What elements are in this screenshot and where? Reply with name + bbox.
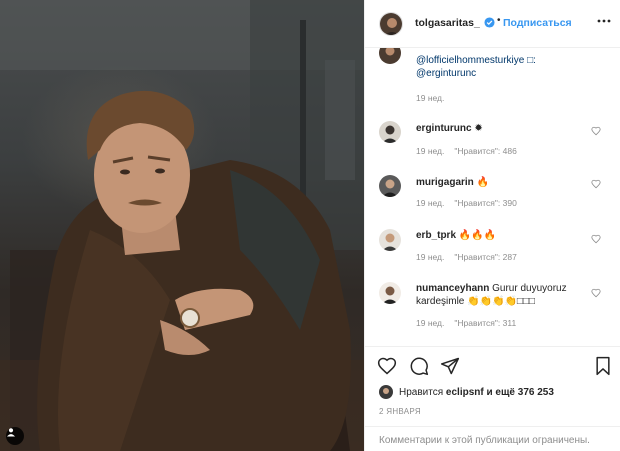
more-options-icon[interactable] bbox=[597, 18, 611, 24]
caption-line-1[interactable]: @lofficielhommesturkiye □: bbox=[416, 54, 536, 67]
bookmark-icon[interactable] bbox=[593, 356, 613, 376]
comment-meta: 19 нед. "Нравится": 287 bbox=[416, 252, 517, 262]
heart-icon[interactable] bbox=[591, 126, 601, 136]
comment-likes[interactable]: "Нравится": 287 bbox=[454, 252, 516, 262]
comments-list[interactable]: @lofficielhommesturkiye □: @erginturunc … bbox=[365, 48, 620, 346]
like-heart-icon[interactable] bbox=[377, 356, 397, 376]
caption-meta: 19 нед. bbox=[416, 93, 444, 103]
likes-user[interactable]: eclipsnf bbox=[446, 387, 484, 398]
heart-icon[interactable] bbox=[591, 179, 601, 189]
comment-time[interactable]: 19 нед. bbox=[416, 146, 444, 156]
user-tag-button[interactable] bbox=[6, 427, 24, 445]
comment-body-line-2: kardeşimle 👏👏👏👏□□□ bbox=[416, 296, 536, 307]
comment-text: erginturunc ✹ bbox=[416, 122, 483, 135]
header-separator: • bbox=[497, 15, 501, 26]
comment-likes[interactable]: "Нравится": 486 bbox=[454, 146, 516, 156]
comment-avatar[interactable] bbox=[379, 282, 401, 304]
comment-meta: 19 нед. "Нравится": 390 bbox=[416, 198, 517, 208]
caption-avatar[interactable] bbox=[379, 48, 401, 64]
likes-count[interactable]: и ещё 376 253 bbox=[487, 387, 554, 398]
heart-icon[interactable] bbox=[591, 288, 601, 298]
share-icon[interactable] bbox=[440, 356, 460, 376]
follow-button[interactable]: Подписаться bbox=[503, 17, 572, 29]
comment-meta: 19 нед. "Нравится": 486 bbox=[416, 146, 517, 156]
user-tag-icon bbox=[7, 428, 15, 437]
comment-likes[interactable]: "Нравится": 390 bbox=[454, 198, 516, 208]
comment-meta: 19 нед. "Нравится": 311 bbox=[416, 318, 516, 328]
likes-prefix: Нравится bbox=[399, 386, 444, 398]
comment-avatar[interactable] bbox=[379, 229, 401, 251]
comment-time[interactable]: 19 нед. bbox=[416, 318, 444, 328]
comment-avatar[interactable] bbox=[379, 175, 401, 197]
comment-icon[interactable] bbox=[409, 356, 429, 376]
comment-likes[interactable]: "Нравится": 311 bbox=[454, 318, 516, 328]
comments-closed-notice: Комментарии к этой публикации ограничены… bbox=[379, 435, 590, 446]
verified-badge-icon bbox=[484, 17, 495, 28]
comment-body: 🔥🔥🔥 bbox=[458, 230, 497, 241]
caption-text: @lofficielhommesturkiye □: @erginturunc bbox=[416, 54, 536, 80]
comment-body: ✹ bbox=[474, 123, 483, 134]
comment-text: murigagarin 🔥 bbox=[416, 176, 489, 189]
post-actions: Нравится eclipsnf и ещё 376 253 2 ЯНВАРЯ bbox=[365, 346, 620, 426]
photo-illustration bbox=[0, 0, 364, 451]
post-header: tolgasaritas_ • Подписаться bbox=[365, 0, 620, 48]
comment-time[interactable]: 19 нед. bbox=[416, 198, 444, 208]
comment-body: Gurur duyuyoruz bbox=[492, 283, 567, 294]
comment-text: numanceyhann Gurur duyuyoruz kardeşimle … bbox=[416, 282, 567, 308]
comment-username[interactable]: murigagarin bbox=[416, 177, 474, 188]
comment-text: erb_tprk 🔥🔥🔥 bbox=[416, 229, 496, 242]
comments-footer: Комментарии к этой публикации ограничены… bbox=[365, 426, 620, 451]
post-date[interactable]: 2 ЯНВАРЯ bbox=[379, 407, 421, 416]
comment-username[interactable]: numanceyhann bbox=[416, 283, 489, 294]
author-username[interactable]: tolgasaritas_ bbox=[415, 17, 480, 29]
likes-summary[interactable]: Нравится eclipsnf и ещё 376 253 bbox=[379, 385, 554, 399]
post-photo[interactable] bbox=[0, 0, 364, 451]
caption-line-2[interactable]: @erginturunc bbox=[416, 67, 536, 80]
comment-avatar[interactable] bbox=[379, 121, 401, 143]
author-avatar[interactable] bbox=[379, 12, 403, 36]
comment-body: 🔥 bbox=[476, 177, 490, 188]
liker-avatar bbox=[379, 385, 393, 399]
comment-username[interactable]: erb_tprk bbox=[416, 230, 456, 241]
comment-time[interactable]: 19 нед. bbox=[416, 252, 444, 262]
comment-username[interactable]: erginturunc bbox=[416, 123, 472, 134]
post-sidebar: tolgasaritas_ • Подписаться @lofficielho… bbox=[364, 0, 620, 451]
heart-icon[interactable] bbox=[591, 234, 601, 244]
caption-time[interactable]: 19 нед. bbox=[416, 93, 444, 103]
